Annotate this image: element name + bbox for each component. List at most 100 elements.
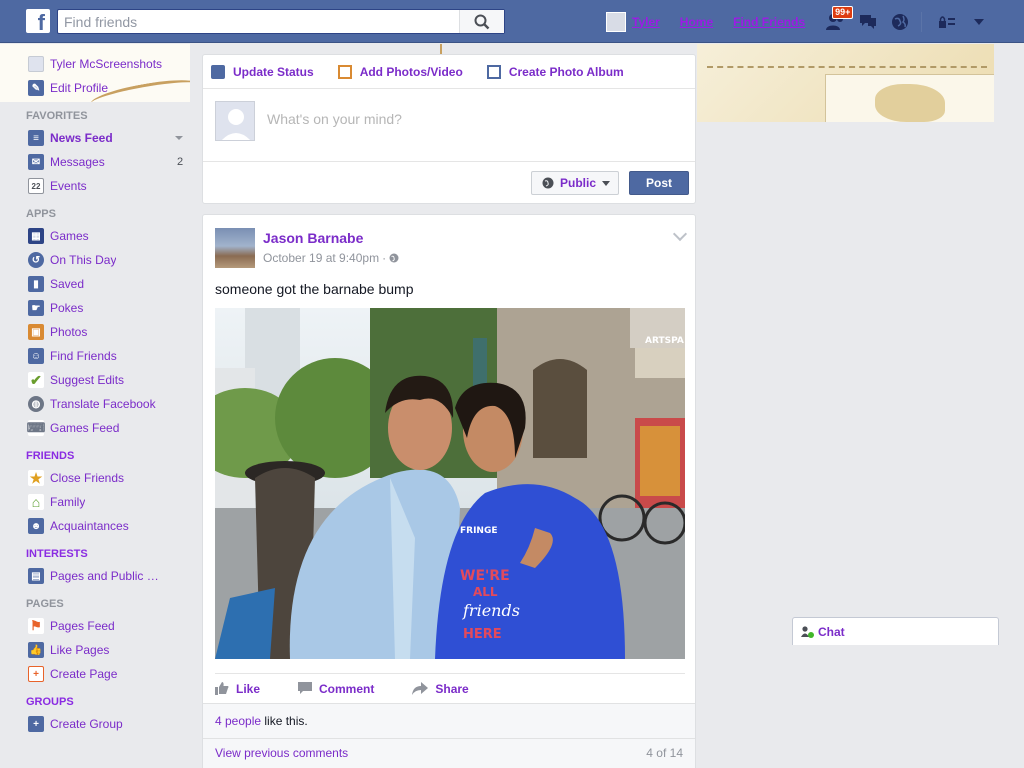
view-previous-comments-link[interactable]: View previous comments <box>215 746 348 760</box>
sidebar-item-like-pages[interactable]: 👍 Like Pages <box>0 638 195 662</box>
share-button[interactable]: Share <box>412 681 469 696</box>
privacy-shortcuts-button[interactable] <box>936 11 958 33</box>
notifications-button[interactable] <box>889 11 911 33</box>
friend-requests-button[interactable]: 99+ <box>825 5 854 33</box>
sidebar-item-translate[interactable]: ◍ Translate Facebook <box>0 392 195 416</box>
tab-add-photos[interactable]: Add Photos/Video <box>337 64 463 79</box>
story-photo[interactable]: ARTSPA FRINGE WE'RE ALL friends HERE <box>215 308 685 659</box>
events-icon: 22 <box>28 178 44 194</box>
translate-icon: ◍ <box>28 396 44 412</box>
sidebar-item-label: Translate Facebook <box>50 397 156 411</box>
search-button[interactable] <box>459 10 504 33</box>
find-friends-link[interactable]: Find Friends <box>733 15 805 29</box>
likers-link[interactable]: 4 people <box>215 714 261 728</box>
sidebar-item-create-page[interactable]: + Create Page <box>0 662 195 686</box>
tab-label: Update Status <box>233 64 314 79</box>
sidebar-item-games-feed[interactable]: ⌨ Games Feed <box>0 416 195 440</box>
profile-link[interactable]: Tyler <box>632 15 660 29</box>
search-input[interactable] <box>58 10 458 33</box>
tab-update-status[interactable]: Update Status <box>211 64 314 79</box>
sidebar-item-pokes[interactable]: ☛ Pokes <box>0 296 195 320</box>
chevron-down-icon <box>974 18 985 25</box>
sidebar-item-find-friends[interactable]: ☺ Find Friends <box>0 344 195 368</box>
store-sign-text: ARTSPA <box>645 336 684 346</box>
pencil-icon: ✎ <box>28 80 44 96</box>
author-name[interactable]: Jason Barnabe <box>263 230 363 246</box>
news-feed-options-icon[interactable] <box>175 136 183 140</box>
status-input[interactable]: What's on your mind? <box>267 111 402 127</box>
comment-label: Comment <box>319 681 375 696</box>
sidebar-item-label: Pokes <box>50 301 84 315</box>
pokes-icon: ☛ <box>28 300 44 316</box>
sidebar-item-saved[interactable]: ▮ Saved <box>0 272 195 296</box>
sidebar-item-messages[interactable]: ✉ Messages 2 <box>0 150 195 174</box>
sidebar-section-interests[interactable]: INTERESTS <box>0 538 195 564</box>
share-label: Share <box>435 681 469 696</box>
user-avatar[interactable] <box>606 11 626 32</box>
close-friends-icon: ★ <box>28 469 44 486</box>
default-avatar-icon <box>222 109 250 140</box>
tab-create-album[interactable]: Create Photo Album <box>486 64 624 79</box>
comment-button[interactable]: Comment <box>298 682 374 696</box>
comment-icon <box>298 682 313 695</box>
sidebar-item-create-group[interactable]: + Create Group <box>0 712 195 736</box>
news-feed-icon: ≡ <box>28 130 44 146</box>
sidebar-item-label: Close Friends <box>50 471 125 485</box>
suggest-edits-icon: ✔ <box>28 372 44 388</box>
author-avatar[interactable] <box>215 228 255 268</box>
sidebar-item-pages-public[interactable]: ▤ Pages and Public … <box>0 564 195 588</box>
privacy-selector[interactable]: Public <box>531 171 619 195</box>
sidebar-item-label: Create Page <box>50 667 118 681</box>
story-actions: Like Comment Share <box>215 673 685 703</box>
sidebar-item-family[interactable]: ⌂ Family <box>0 490 195 514</box>
pencil-icon <box>211 64 225 79</box>
privacy-lock-icon <box>939 15 956 28</box>
search-box <box>57 9 505 34</box>
shirt-top-text: FRINGE <box>460 526 498 536</box>
sidebar-item-profile[interactable]: Tyler McScreenshots <box>0 52 195 76</box>
sidebar-item-news-feed[interactable]: ≡ News Feed <box>0 126 195 150</box>
sidebar-item-photos[interactable]: ▣ Photos <box>0 320 195 344</box>
sidebar-item-suggest-edits[interactable]: ✔ Suggest Edits <box>0 368 195 392</box>
search-icon <box>474 14 490 29</box>
sidebar-item-events[interactable]: 22 Events <box>0 174 195 198</box>
on-this-day-icon: ↺ <box>28 252 44 268</box>
sidebar-item-close-friends[interactable]: ★ Close Friends <box>0 466 195 490</box>
sidebar-section-friends[interactable]: FRIENDS <box>0 440 195 466</box>
sidebar-item-label: Messages <box>50 155 105 169</box>
story-timestamp[interactable]: October 19 at 9:40pm <box>263 251 379 265</box>
top-bar: f Tyler Home Find Friends 99+ <box>0 0 1024 43</box>
sidebar-item-games[interactable]: ▦ Games <box>0 224 195 248</box>
sidebar-profile-name: Tyler McScreenshots <box>50 57 163 71</box>
sidebar-item-pages-feed[interactable]: ⚑ Pages Feed <box>0 614 195 638</box>
sidebar-item-label: News Feed <box>50 131 113 145</box>
create-page-icon: + <box>28 666 44 682</box>
post-button[interactable]: Post <box>629 171 689 195</box>
shirt-text-line4: HERE <box>463 627 502 642</box>
tab-label: Create Photo Album <box>508 64 624 79</box>
sidebar-edit-profile-label: Edit Profile <box>50 81 109 95</box>
sidebar-item-label: Games Feed <box>50 421 120 435</box>
shirt-text-line2: ALL <box>473 585 498 599</box>
messages-count: 2 <box>177 156 184 168</box>
messages-button[interactable] <box>857 11 879 33</box>
home-link[interactable]: Home <box>680 15 713 29</box>
composer-avatar <box>215 101 255 141</box>
like-button[interactable]: Like <box>215 682 260 696</box>
share-icon <box>412 682 429 695</box>
pages-feed-icon: ⚑ <box>28 618 44 634</box>
sidebar-item-label: Games <box>50 229 89 243</box>
nav-divider <box>921 11 923 32</box>
sidebar-item-acquaintances[interactable]: ☻ Acquaintances <box>0 514 195 538</box>
sidebar-item-label: Acquaintances <box>50 519 129 533</box>
chat-tab[interactable]: Chat <box>792 617 999 645</box>
settings-dropdown-button[interactable] <box>968 11 990 33</box>
sidebar-section-groups[interactable]: GROUPS <box>0 686 195 712</box>
sidebar-item-edit-profile[interactable]: ✎ Edit Profile <box>0 76 195 100</box>
pages-public-icon: ▤ <box>28 568 44 584</box>
facebook-logo[interactable]: f <box>26 9 50 33</box>
story-options-chevron-icon[interactable] <box>672 226 688 242</box>
friend-requests-badge: 99+ <box>832 5 854 19</box>
status-composer: Update Status Add Photos/Video Create Ph… <box>202 54 696 204</box>
sidebar-item-on-this-day[interactable]: ↺ On This Day <box>0 248 195 272</box>
